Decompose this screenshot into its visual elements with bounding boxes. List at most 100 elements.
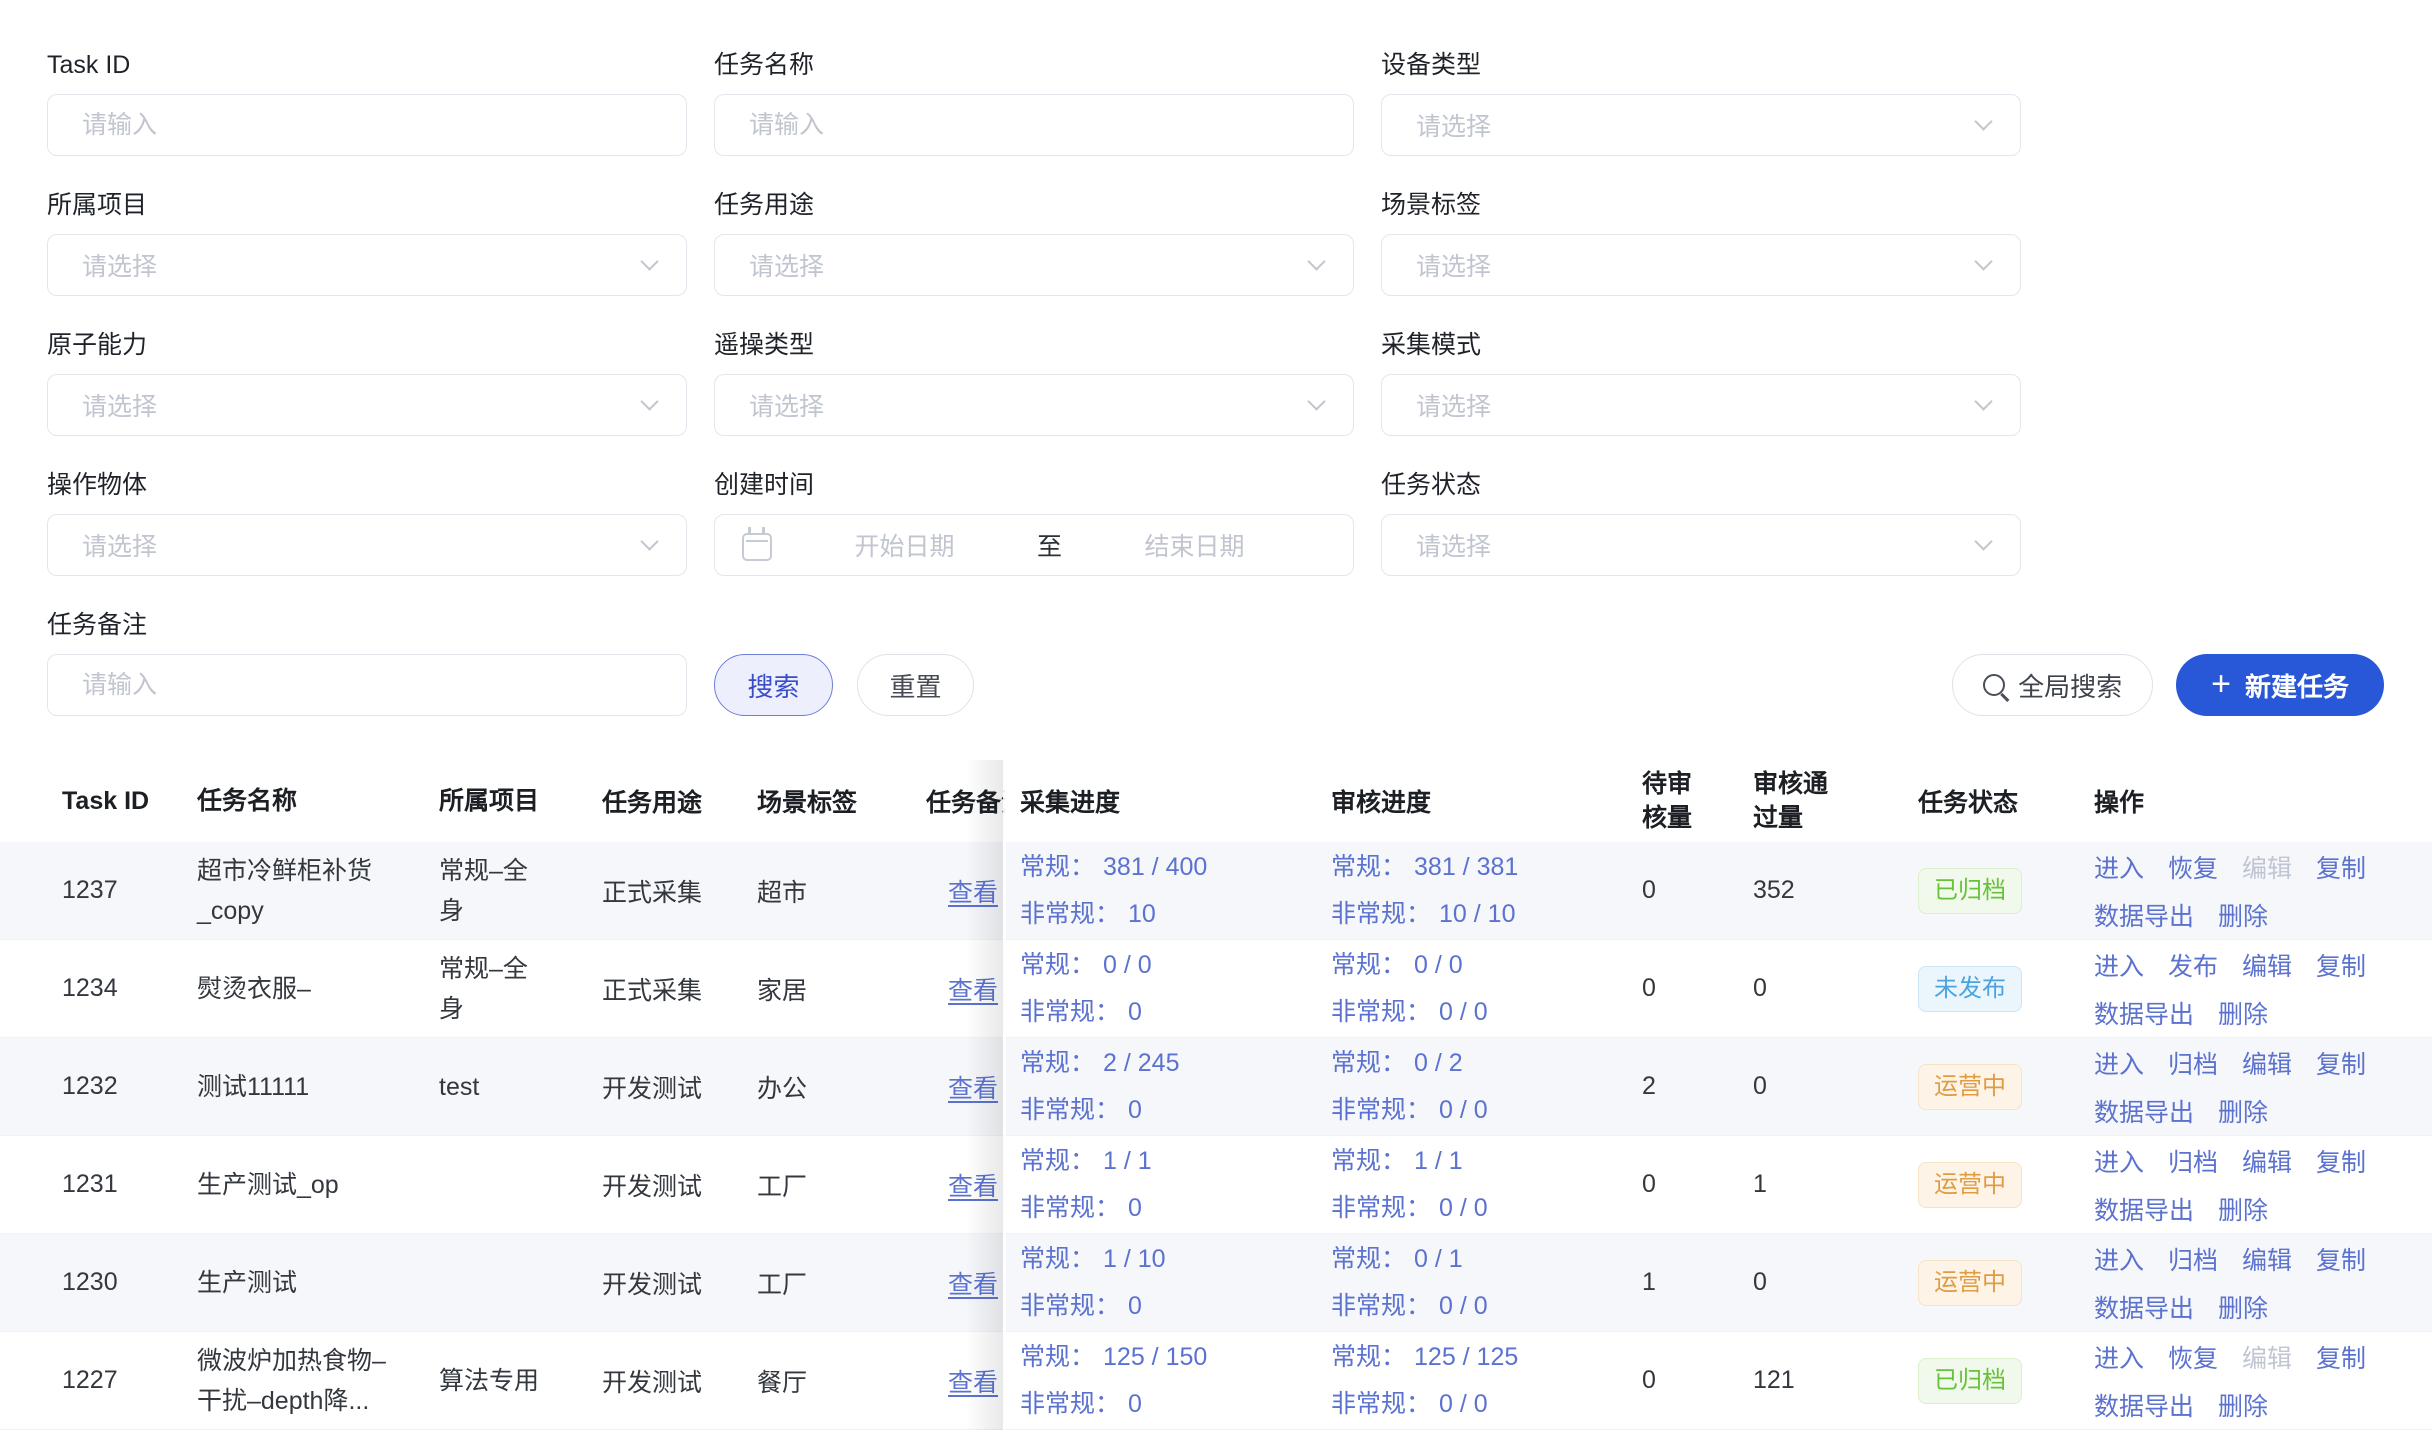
action-delete-link[interactable]: 删除 — [2218, 1191, 2268, 1227]
operate_object-select[interactable]: 请选择 — [47, 514, 687, 576]
task-name-cell: 超市冷鲜柜补货_copy — [197, 851, 439, 931]
header-project-label: 所属项目 — [439, 787, 539, 815]
progress-label: 非常规： — [1020, 993, 1120, 1031]
action-copy-link[interactable]: 复制 — [2316, 1241, 2366, 1277]
view-remark-link[interactable]: 查看 — [948, 1271, 998, 1299]
action-copy-link[interactable]: 复制 — [2316, 947, 2366, 983]
teleop_type-placeholder: 请选择 — [749, 387, 1310, 423]
project-select[interactable]: 请选择 — [47, 234, 687, 296]
reset-button[interactable]: 重置 — [857, 654, 974, 716]
action-publish-link[interactable]: 发布 — [2168, 947, 2218, 983]
action-export-link[interactable]: 数据导出 — [2094, 1289, 2194, 1325]
remark-cell: 查看 — [926, 1363, 1005, 1399]
action-delete-link[interactable]: 删除 — [2218, 1387, 2268, 1423]
collect_mode-select[interactable]: 请选择 — [1381, 374, 2021, 436]
header-actions: 操作 — [2085, 783, 2432, 819]
view-remark-link[interactable]: 查看 — [948, 977, 998, 1005]
action-delete-link[interactable]: 删除 — [2218, 995, 2268, 1031]
project-value: 常规–全身 — [439, 857, 528, 925]
action-edit-link[interactable]: 编辑 — [2242, 947, 2292, 983]
atomic_ability-select[interactable]: 请选择 — [47, 374, 687, 436]
progress-line: 常规：1 / 1 — [1020, 1142, 1331, 1180]
view-remark-link[interactable]: 查看 — [948, 1075, 998, 1103]
header-status-label: 任务状态 — [1918, 789, 2018, 817]
task_id-input[interactable] — [48, 95, 686, 155]
view-remark-link[interactable]: 查看 — [948, 1369, 998, 1397]
review-progress-cell: 常规：0 / 0非常规：0 / 0 — [1331, 946, 1636, 1031]
view-remark-link[interactable]: 查看 — [948, 879, 998, 907]
action-edit-link[interactable]: 编辑 — [2242, 1045, 2292, 1081]
action-copy-link[interactable]: 复制 — [2316, 1045, 2366, 1081]
action-links: 进入归档编辑复制数据导出删除 — [2094, 1045, 2394, 1129]
progress-value: 0 / 1 — [1414, 1240, 1463, 1278]
action-delete-link[interactable]: 删除 — [2218, 897, 2268, 933]
pending-review-value: 0 — [1642, 1366, 1656, 1394]
action-enter-link[interactable]: 进入 — [2094, 1143, 2144, 1179]
approved-value: 0 — [1753, 974, 1767, 1002]
task_purpose-label: 任务用途 — [714, 190, 1354, 220]
action-restore-link[interactable]: 恢复 — [2168, 849, 2218, 885]
action-copy-link[interactable]: 复制 — [2316, 849, 2366, 885]
action-enter-link[interactable]: 进入 — [2094, 1045, 2144, 1081]
progress-line: 非常规：10 — [1020, 895, 1331, 933]
teleop_type-select[interactable]: 请选择 — [714, 374, 1354, 436]
plus-icon: + — [2211, 667, 2231, 701]
task_status-select[interactable]: 请选择 — [1381, 514, 2021, 576]
action-export-link[interactable]: 数据导出 — [2094, 1093, 2194, 1129]
create_time-end-placeholder[interactable]: 结束日期 — [1062, 527, 1327, 563]
task_purpose-select[interactable]: 请选择 — [714, 234, 1354, 296]
action-archive-link[interactable]: 归档 — [2168, 1045, 2218, 1081]
action-edit-link[interactable]: 编辑 — [2242, 1143, 2292, 1179]
progress-label: 常规： — [1331, 848, 1406, 886]
progress-label: 常规： — [1020, 946, 1095, 984]
progress-label: 常规： — [1331, 1044, 1406, 1082]
status-badge: 运营中 — [1918, 1064, 2022, 1110]
project-cell: 算法专用 — [439, 1361, 602, 1401]
header-review-progress: 审核进度 — [1331, 783, 1636, 819]
action-enter-link[interactable]: 进入 — [2094, 1339, 2144, 1375]
actions-cell: 进入归档编辑复制数据导出删除 — [2085, 1143, 2432, 1227]
action-archive-link[interactable]: 归档 — [2168, 1143, 2218, 1179]
global-search-button[interactable]: 全局搜索 — [1952, 654, 2153, 716]
status-badge: 已归档 — [1918, 1358, 2022, 1404]
project-cell: 常规–全身 — [439, 949, 602, 1029]
action-edit-link: 编辑 — [2242, 849, 2292, 885]
progress-value: 10 — [1128, 895, 1156, 933]
create_time-picker[interactable]: 开始日期至结束日期 — [714, 514, 1354, 576]
action-export-link[interactable]: 数据导出 — [2094, 1387, 2194, 1423]
action-restore-link[interactable]: 恢复 — [2168, 1339, 2218, 1375]
action-copy-link[interactable]: 复制 — [2316, 1339, 2366, 1375]
approved-cell: 1 — [1750, 1170, 1905, 1199]
action-delete-link[interactable]: 删除 — [2218, 1289, 2268, 1325]
action-enter-link[interactable]: 进入 — [2094, 1241, 2144, 1277]
device_type-select[interactable]: 请选择 — [1381, 94, 2021, 156]
purpose-cell: 正式采集 — [602, 971, 757, 1007]
action-enter-link[interactable]: 进入 — [2094, 849, 2144, 885]
search-button[interactable]: 搜索 — [714, 654, 833, 716]
action-export-link[interactable]: 数据导出 — [2094, 897, 2194, 933]
filter-field-project: 所属项目请选择 — [47, 190, 687, 296]
action-enter-link[interactable]: 进入 — [2094, 947, 2144, 983]
approved-value: 0 — [1753, 1268, 1767, 1296]
view-remark-link[interactable]: 查看 — [948, 1173, 998, 1201]
task_name-input[interactable] — [715, 95, 1353, 155]
action-export-link[interactable]: 数据导出 — [2094, 995, 2194, 1031]
filter-field-create_time: 创建时间开始日期至结束日期 — [714, 470, 1354, 576]
new-task-button[interactable]: + 新建任务 — [2176, 654, 2384, 716]
task-id-value: 1232 — [62, 1072, 118, 1100]
action-copy-link[interactable]: 复制 — [2316, 1143, 2366, 1179]
create_time-start-placeholder[interactable]: 开始日期 — [772, 527, 1037, 563]
action-export-link[interactable]: 数据导出 — [2094, 1191, 2194, 1227]
task_remark-label: 任务备注 — [47, 610, 687, 640]
scene_tag-select[interactable]: 请选择 — [1381, 234, 2021, 296]
progress-label: 非常规： — [1331, 993, 1431, 1031]
status-badge: 运营中 — [1918, 1260, 2022, 1306]
purpose-value: 开发测试 — [602, 1075, 702, 1103]
task_remark-input[interactable] — [48, 655, 686, 715]
action-edit-link[interactable]: 编辑 — [2242, 1241, 2292, 1277]
filter-field-operate_object: 操作物体请选择 — [47, 470, 687, 576]
approved-cell: 0 — [1750, 974, 1905, 1003]
action-delete-link[interactable]: 删除 — [2218, 1093, 2268, 1129]
purpose-cell: 开发测试 — [602, 1363, 757, 1399]
action-archive-link[interactable]: 归档 — [2168, 1241, 2218, 1277]
